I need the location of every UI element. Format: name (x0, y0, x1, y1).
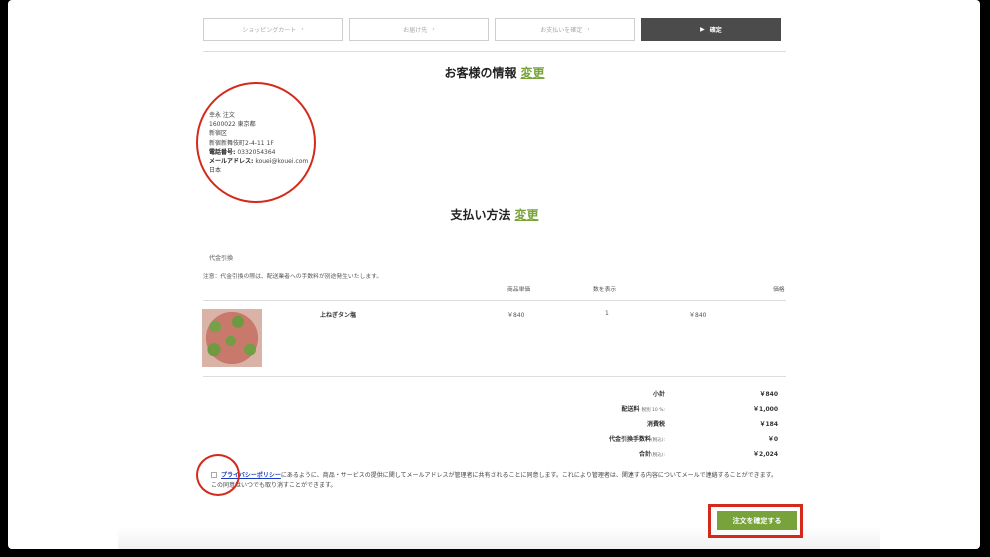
cod-fee-value: ￥0 (767, 436, 778, 443)
step-confirm[interactable]: ▶ 確定 (641, 18, 781, 41)
col-price: 価格 (773, 287, 785, 293)
divider (203, 376, 786, 377)
payment-method: 代金引換 (209, 255, 234, 262)
product-price: ￥840 (689, 312, 707, 319)
annotation-box (708, 504, 803, 538)
product-image (202, 309, 262, 367)
annotation-circle (196, 454, 240, 496)
product-quantity: 1 (605, 310, 609, 317)
step-payment[interactable]: お支払いを確定 › (495, 18, 635, 41)
chevron-right-icon: › (432, 26, 435, 33)
tax-label: 消費税 (646, 421, 665, 428)
subtotal-value: ￥840 (759, 391, 778, 398)
annotation-circle (196, 82, 316, 203)
chevron-right-icon: › (301, 26, 304, 33)
divider (203, 51, 786, 52)
product-unit-price: ￥840 (507, 312, 525, 319)
subtotal-label: 小計 (652, 391, 665, 398)
shipping-label: 配送料 税別 10 %: (621, 406, 666, 413)
step-delivery[interactable]: お届け先 › (349, 18, 489, 41)
change-customer-link[interactable]: 変更 (521, 66, 545, 80)
col-quantity: 数を表示 (593, 287, 617, 293)
customer-info-heading: お客様の情報 変更 (444, 66, 545, 80)
total-label: 合計(税込): (638, 451, 665, 458)
total-value: ￥2,024 (753, 451, 778, 458)
checkout-page: ショッピングカート › お届け先 › お支払いを確定 › ▶ 確定 お客様の情報 変更 幸… (8, 0, 980, 549)
payment-notice: 注意：代金引換の際は、配送業者への手数料が別途発生いたします。 (203, 274, 383, 280)
chevron-right-icon: › (587, 26, 590, 33)
play-arrow-icon: ▶ (700, 26, 705, 33)
change-payment-link[interactable]: 変更 (515, 208, 539, 222)
shipping-value: ￥1,000 (753, 406, 778, 413)
product-name[interactable]: 上ねぎタン塩 (320, 310, 356, 319)
tax-value: ￥184 (759, 421, 778, 428)
step-cart[interactable]: ショッピングカート › (203, 18, 343, 41)
cod-fee-label: 代金引換手数料(税込): (608, 436, 665, 443)
privacy-consent: プライバシーポリシーにあるように、商品・サービスの提供に関してメールアドレスが管… (211, 472, 778, 489)
payment-method-heading: 支払い方法 変更 (450, 208, 539, 222)
col-unit-price: 商品単価 (507, 287, 531, 293)
divider (203, 300, 786, 301)
checkout-steps: ショッピングカート › お届け先 › お支払いを確定 › ▶ 確定 (203, 18, 781, 41)
